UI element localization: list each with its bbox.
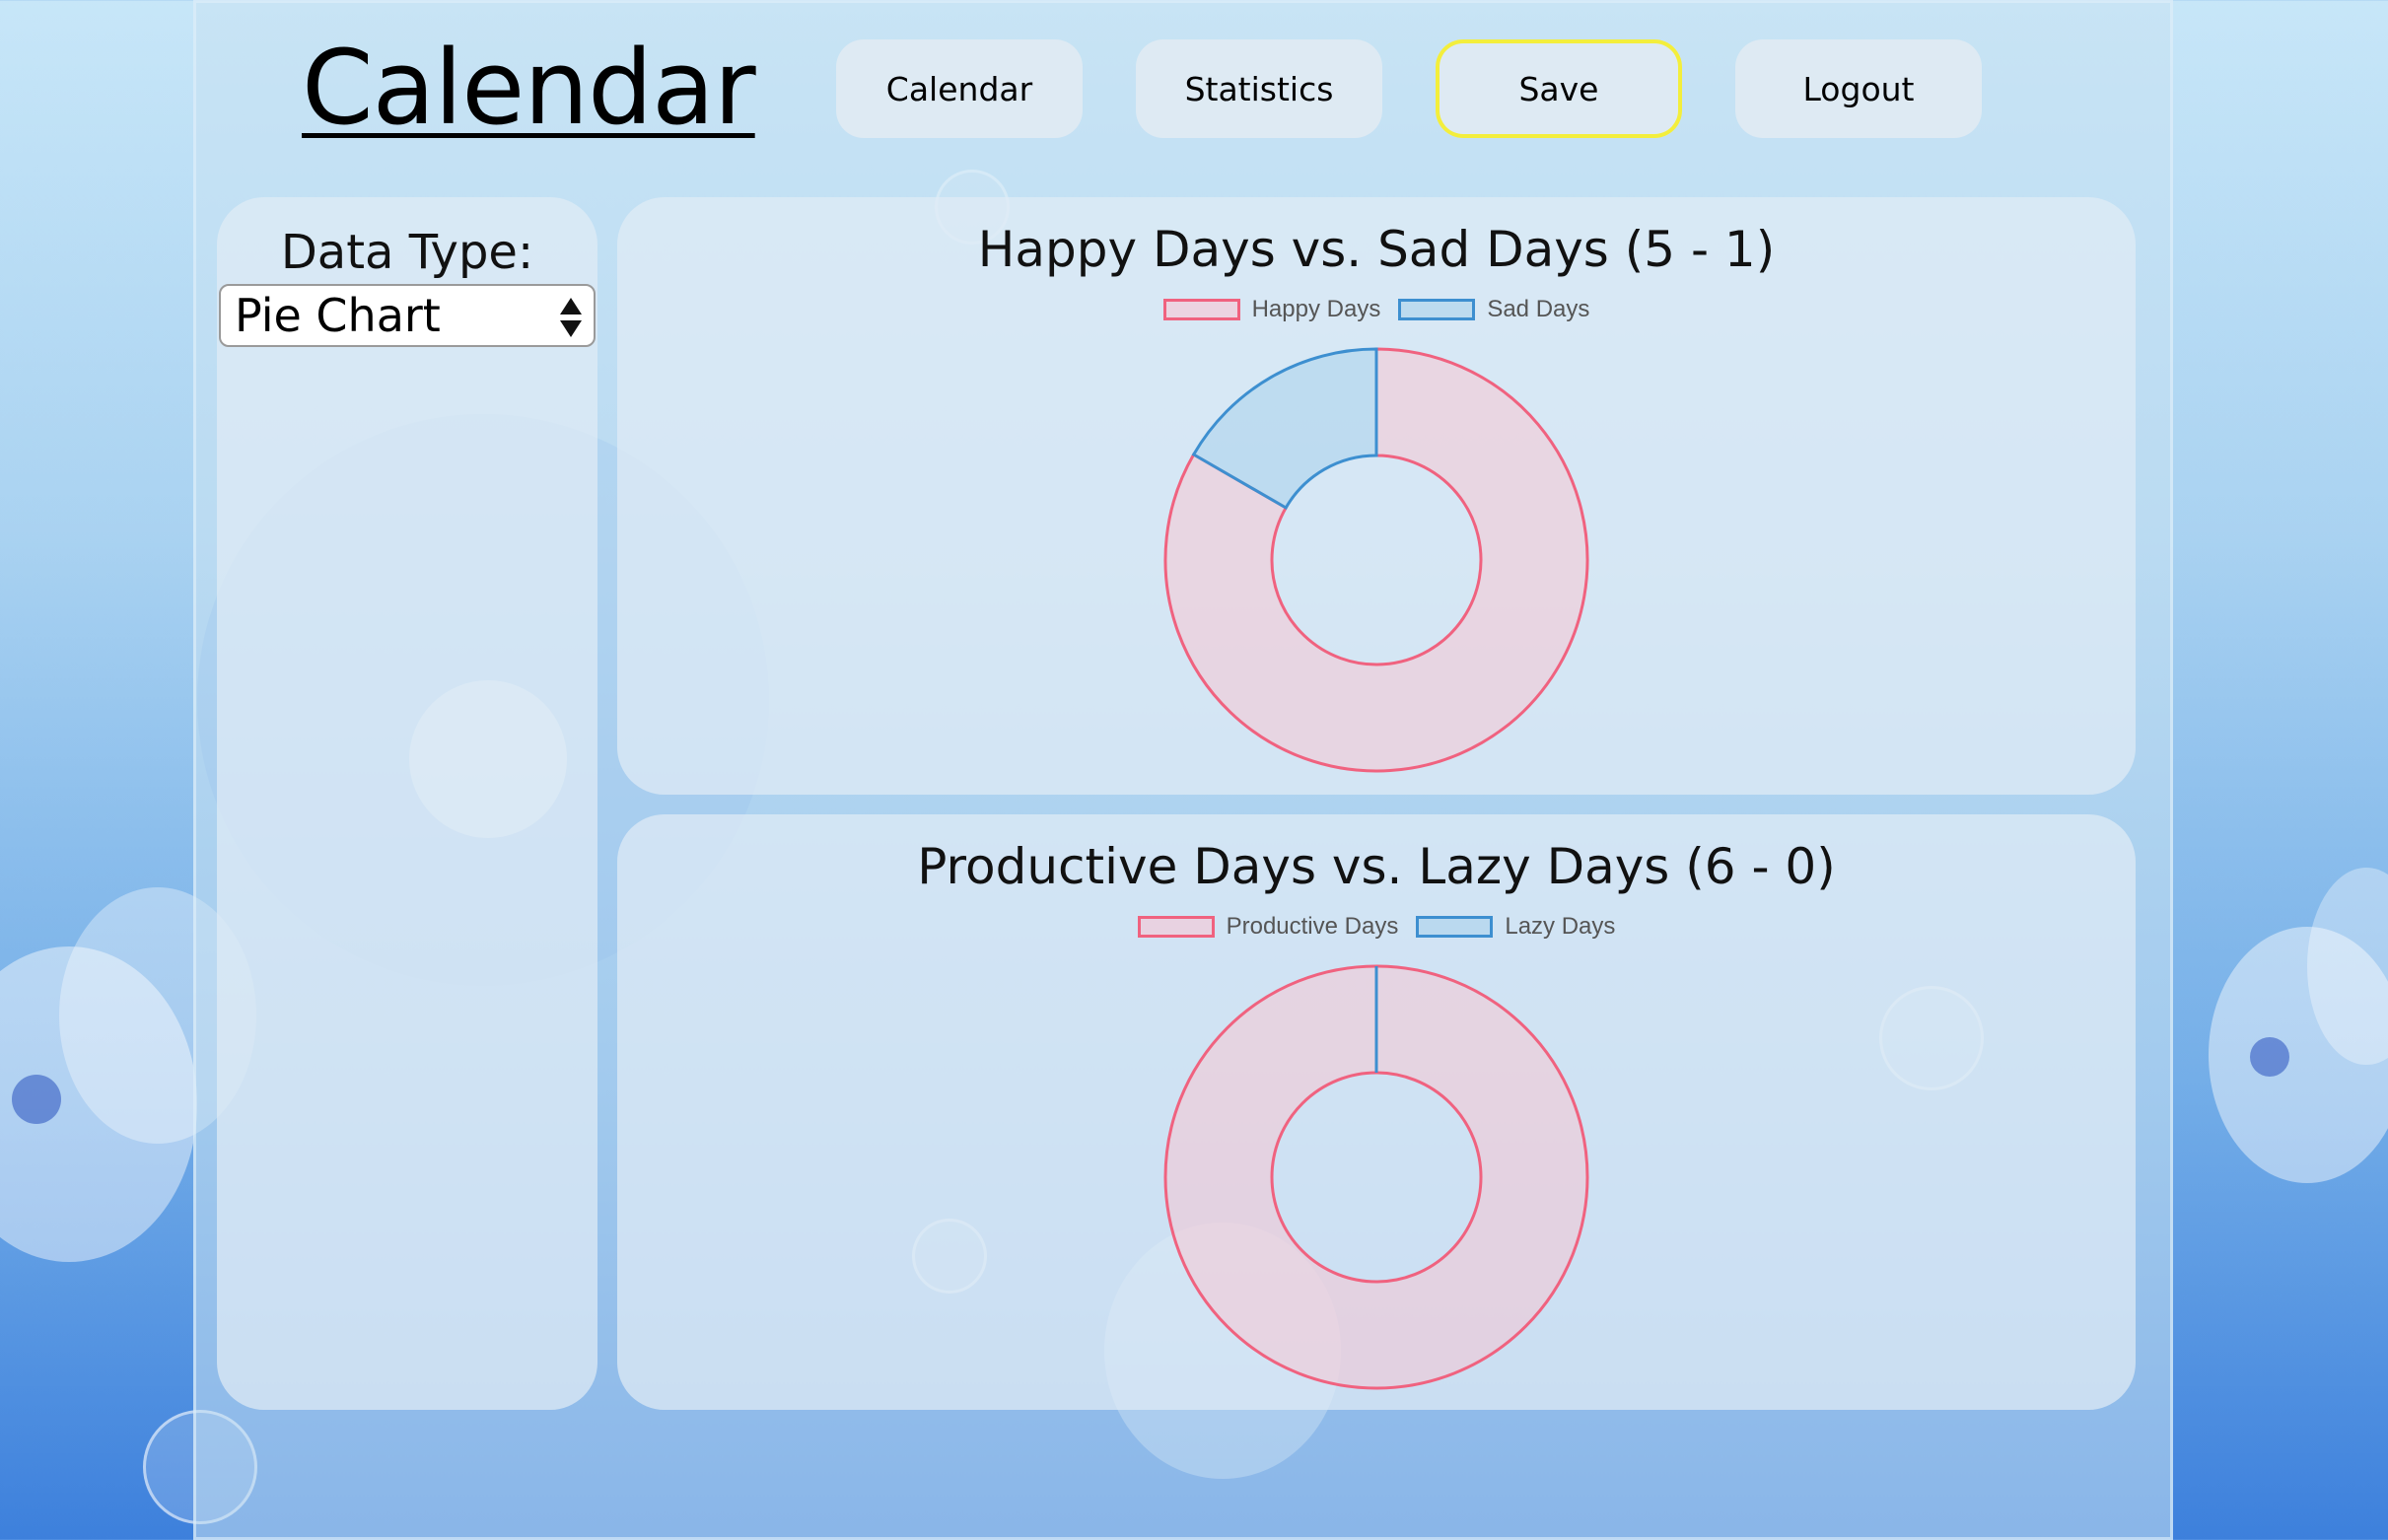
sidebar-panel: Data Type: Pie Chart: [217, 197, 597, 1410]
select-arrows-icon: [560, 298, 582, 337]
data-type-select[interactable]: Pie Chart: [219, 284, 596, 347]
data-type-label: Data Type:: [280, 225, 534, 280]
doughnut-chart-happy-sad: [1163, 347, 1589, 773]
data-type-select-value: Pie Chart: [235, 289, 441, 342]
doughnut-chart-productive-lazy: [1163, 964, 1589, 1390]
nav-save-button[interactable]: Save: [1436, 39, 1682, 138]
nav-calendar-button[interactable]: Calendar: [836, 39, 1083, 138]
nav-logout-button[interactable]: Logout: [1735, 39, 1982, 138]
chart-card-happy-sad: Happy Days vs. Sad Days (5 - 1) Happy Da…: [617, 197, 2136, 795]
chart-card-productive-lazy: Productive Days vs. Lazy Days (6 - 0) Pr…: [617, 814, 2136, 1410]
nav-statistics-button[interactable]: Statistics: [1136, 39, 1382, 138]
page-title: Calendar: [302, 28, 756, 148]
